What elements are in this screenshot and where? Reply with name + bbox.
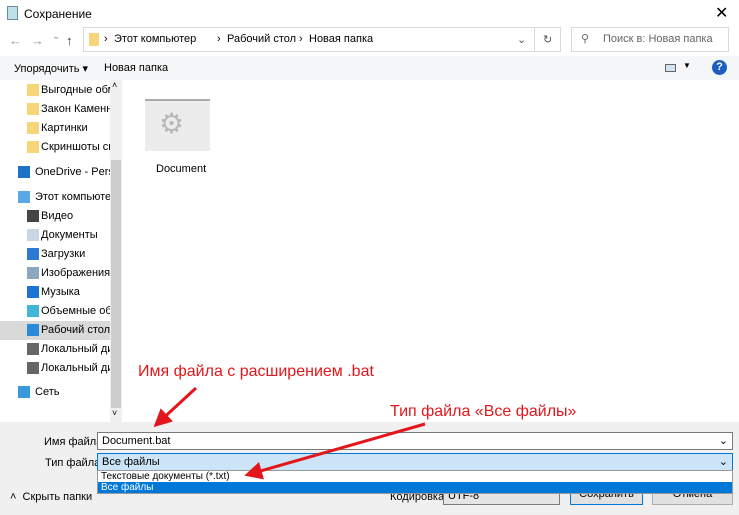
arrow-to-filename (153, 386, 198, 428)
annotation-arrows (153, 386, 426, 480)
arrow-to-filetype (244, 422, 426, 480)
